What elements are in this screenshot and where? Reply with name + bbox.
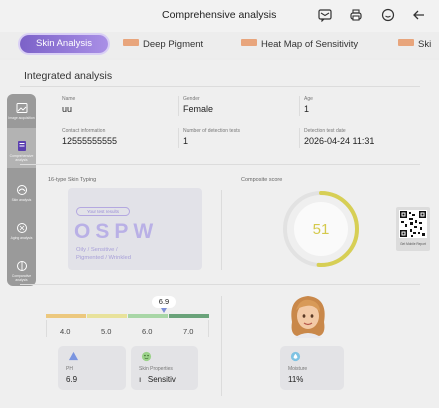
tab-label: Heat Map of Sensitivity [261, 39, 359, 50]
divider [299, 96, 300, 116]
detection-tests-value: 1 [183, 136, 189, 146]
pro-badge [123, 39, 139, 46]
avatar [291, 296, 325, 338]
ph-card: PH 6.9 [58, 346, 126, 390]
sidebar-item-label: Image acquisition [8, 116, 35, 120]
ph-scale-segment [87, 314, 127, 318]
sidebar-item-skin-analysis[interactable]: Skin analysis [7, 184, 36, 202]
tab-deep-pigment[interactable]: Deep Pigment [123, 39, 203, 50]
sidebar-item-image-acquisition[interactable]: Image acquisition [7, 102, 36, 120]
ph-value: 6.9 [66, 375, 78, 384]
section-title: Integrated analysis [24, 70, 113, 82]
ph-tick-label: 5.0 [101, 327, 112, 336]
moisture-card: Moisture 11% [280, 346, 344, 390]
back-arrow-icon[interactable] [412, 8, 426, 22]
water-drop-icon [290, 351, 301, 362]
ph-label: PH [66, 366, 73, 372]
moisture-label: Moisture [288, 366, 308, 372]
ph-drop-icon [68, 351, 79, 361]
age-label: Age [304, 96, 313, 102]
ph-tick-label: 4.0 [60, 327, 71, 336]
contact-label: Contact information [62, 128, 106, 134]
skin-type-card: Your test results OSPW Oily / Sensitive … [68, 188, 202, 270]
divider [46, 320, 47, 337]
test-results-pill: Your test results [76, 207, 130, 216]
ph-tick-label: 6.0 [142, 327, 153, 336]
image-icon [16, 103, 27, 113]
gender-label: Gender [183, 96, 200, 102]
ph-scale-segment [46, 314, 86, 318]
name-value: uu [62, 104, 73, 114]
pro-badge [398, 39, 414, 46]
skin-type-description: Oily / Sensitive / Pigmented / Wrinkled [76, 247, 131, 262]
analysis-icon [17, 141, 26, 151]
divider [178, 128, 179, 148]
tab-skin-more[interactable]: Ski [398, 39, 431, 50]
divider [178, 96, 179, 116]
name-label: Name [62, 96, 76, 102]
skin-type-desc-line: Oily / Sensitive / [76, 247, 118, 253]
ph-tick-label: 7.0 [183, 327, 194, 336]
detection-date-label: Detection test date [304, 128, 346, 134]
compare-icon [16, 261, 27, 271]
print-icon[interactable] [349, 8, 363, 22]
skin-face-icon [141, 351, 152, 362]
message-icon[interactable] [318, 8, 332, 22]
skin-type-desc-line: Pigmented / Wrinkled [76, 254, 131, 261]
divider [221, 296, 222, 396]
chat-bubble-icon[interactable] [381, 8, 395, 22]
sidebar-item-label: Aging analysis [10, 236, 33, 240]
divider [208, 320, 209, 337]
top-bar: Comprehensive analysis [0, 0, 439, 32]
moisture-value: 11% [288, 375, 304, 384]
aging-icon [16, 223, 27, 233]
ph-indicator-arrow [161, 308, 167, 313]
divider [221, 190, 222, 270]
sidebar-item-label: Comprehensive analysis [9, 154, 34, 162]
divider [299, 128, 300, 148]
sidebar-item-label: Skin analysis [11, 198, 32, 202]
skin-icon [16, 185, 27, 195]
divider [20, 164, 420, 165]
detection-date-value: 2026-04-24 11:31 [304, 136, 375, 146]
sidebar-item-comprehensive-analysis[interactable]: Comprehensive analysis [7, 140, 36, 162]
qr-pattern [399, 210, 427, 238]
page-title: Comprehensive analysis [162, 9, 277, 21]
detection-tests-label: Number of detection tests [183, 128, 240, 134]
ph-scale-segment [128, 314, 168, 318]
ph-scale-segment [169, 314, 209, 318]
tab-heat-map-sensitivity[interactable]: Heat Map of Sensitivity [241, 39, 358, 50]
skin-type-code: OSPW [74, 220, 159, 243]
composite-score-title: Composite score [241, 177, 283, 183]
qr-label: Get Mobile Report [400, 242, 426, 246]
analysis-tabs: Skin Analysis Deep Pigment Heat Map of S… [0, 32, 439, 58]
contact-value: 12555555555 [62, 136, 118, 146]
skin-properties-label: Skin Properties [139, 366, 173, 372]
composite-score-value: 51 [313, 221, 330, 238]
tab-label: Deep Pigment [143, 39, 204, 50]
composite-score-gauge: 51 [283, 191, 359, 267]
left-sidebar: Image acquisition Comprehensive analysis… [7, 94, 36, 286]
ph-current-tooltip: 6.9 [152, 296, 176, 308]
sidebar-item-comparative-analysis[interactable]: Comparative analysis [7, 260, 36, 282]
sidebar-item-label: Comparative analysis [11, 274, 32, 282]
gender-value: Female [183, 104, 214, 114]
tab-label: Ski [418, 39, 432, 50]
divider [20, 284, 420, 285]
pro-badge [241, 39, 257, 46]
divider [20, 86, 420, 87]
skin-properties-card: Skin Properties ı Sensitiv [131, 346, 198, 390]
sidebar-item-aging-analysis[interactable]: Aging analysis [7, 222, 36, 240]
tab-skin-analysis[interactable]: Skin Analysis [20, 35, 108, 53]
skin-typing-title: 16-type Skin Typing [48, 177, 97, 183]
qr-code[interactable]: Get Mobile Report [396, 207, 430, 251]
age-value: 1 [304, 104, 310, 114]
skin-properties-value: ı Sensitiv [139, 375, 176, 384]
